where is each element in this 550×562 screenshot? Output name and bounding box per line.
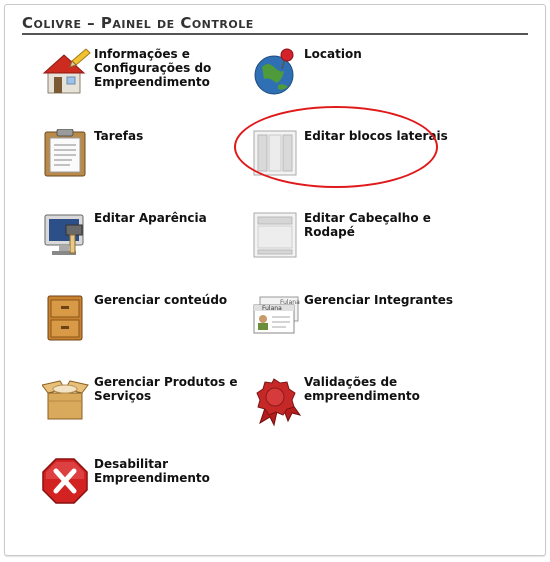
item-label: Tarefas xyxy=(94,129,144,143)
filing-cabinet-icon xyxy=(42,293,92,345)
item-tarefas[interactable]: Tarefas xyxy=(42,129,262,199)
open-box-icon xyxy=(42,375,92,427)
monitor-paintbrush-icon xyxy=(42,211,92,263)
item-label: Validações de empreendimento xyxy=(304,375,420,403)
page-title: Colivre – Painel de Controle xyxy=(22,14,254,32)
item-label: Location xyxy=(304,47,362,61)
card-name: Fulana xyxy=(262,305,282,312)
item-editar-aparencia[interactable]: Editar Aparência xyxy=(42,211,262,281)
item-editar-blocos-laterais[interactable]: Editar blocos laterais xyxy=(252,129,472,199)
item-location[interactable]: Location xyxy=(252,47,472,117)
id-cards-icon: Fulana Fulana xyxy=(252,293,302,345)
side-blocks-layout-icon xyxy=(252,129,302,181)
item-label: Editar blocos laterais xyxy=(304,129,448,143)
item-label: Desabilitar Empreendimento xyxy=(94,457,210,485)
disable-x-icon xyxy=(42,457,92,509)
item-label: Editar Cabeçalho e Rodapé xyxy=(304,211,431,239)
header-footer-layout-icon xyxy=(252,211,302,263)
house-pencil-icon xyxy=(42,47,92,99)
item-informacoes-configuracoes[interactable]: Informações e Configurações do Empreendi… xyxy=(42,47,262,117)
item-label: Informações e Configurações do Empreendi… xyxy=(94,47,212,89)
item-label: Gerenciar Integrantes xyxy=(304,293,454,307)
item-label: Gerenciar conteúdo xyxy=(94,293,228,307)
globe-pin-icon xyxy=(252,47,302,99)
item-label: Gerenciar Produtos e Serviços xyxy=(94,375,238,403)
item-editar-cabecalho-rodape[interactable]: Editar Cabeçalho e Rodapé xyxy=(252,211,472,281)
item-gerenciar-produtos-servicos[interactable]: Gerenciar Produtos e Serviços xyxy=(42,375,262,445)
item-gerenciar-integrantes[interactable]: Fulana Fulana Gerenciar Integrantes xyxy=(252,293,472,363)
item-desabilitar-empreendimento[interactable]: Desabilitar Empreendimento xyxy=(42,457,262,527)
wax-seal-icon xyxy=(252,375,302,427)
title-divider xyxy=(22,33,528,35)
clipboard-icon xyxy=(42,129,92,181)
item-label: Editar Aparência xyxy=(94,211,207,225)
item-gerenciar-conteudo[interactable]: Gerenciar conteúdo xyxy=(42,293,262,363)
item-validacoes-empreendimento[interactable]: Validações de empreendimento xyxy=(252,375,472,445)
